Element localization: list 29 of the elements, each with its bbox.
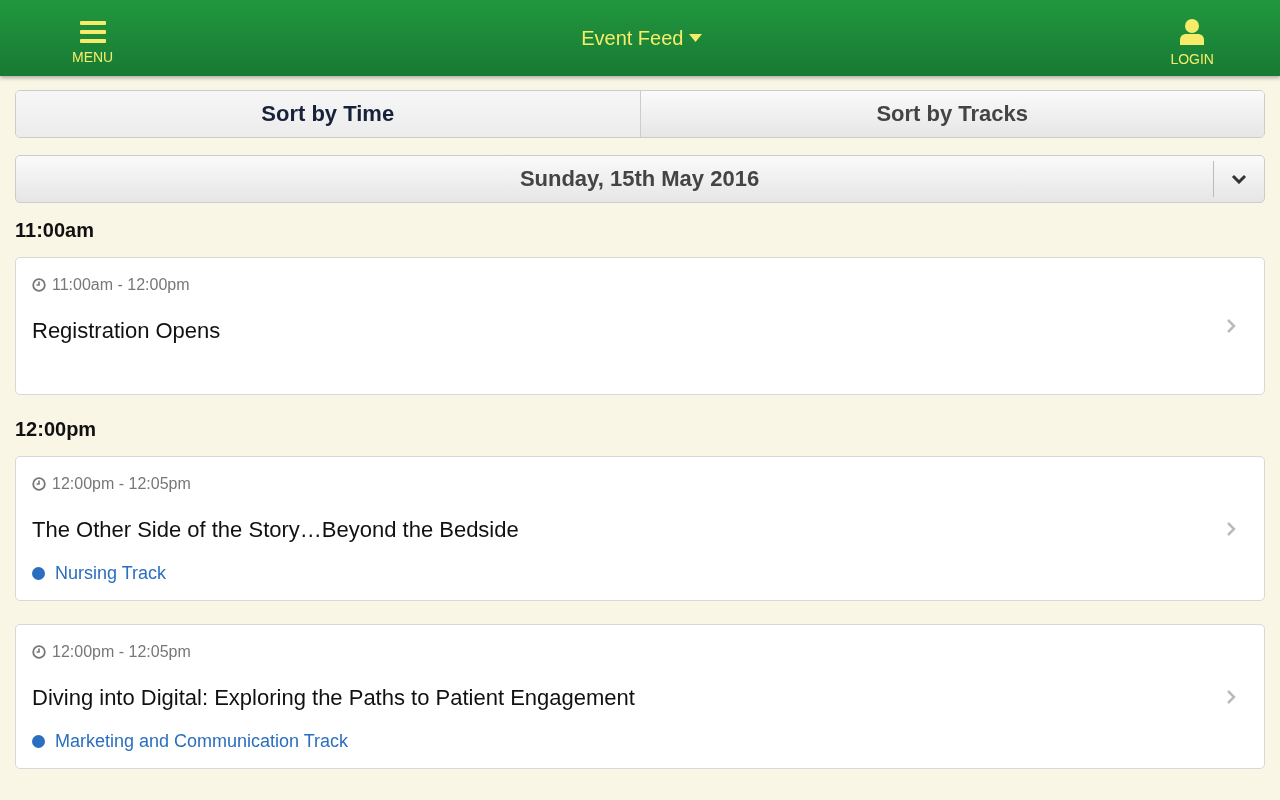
sort-tab[interactable]: Sort by Tracks [639,91,1264,137]
chevron-right-icon [1226,688,1236,705]
login-button[interactable]: LOGIN [1170,19,1214,67]
session-card[interactable]: 12:00pm - 12:05pm Diving into Digital: Exploring the Paths to Patient Engagement Marketing and Communication Track [15,624,1265,769]
chevron-right-icon [1226,318,1236,334]
session-time: 12:00pm - 12:05pm [52,643,191,661]
time-heading: 11:00am [15,219,95,242]
session-card[interactable]: 12:00pm - 12:05pm The Other Side of the Story…Beyond the Bedside Nursing Track [15,456,1265,601]
track-link[interactable]: Marketing and Communication Track [32,731,349,752]
chevron-down-icon [1231,174,1247,184]
chevron-right-icon [1226,520,1236,537]
clock-icon [32,278,46,292]
session-title: The Other Side of the Story…Beyond the Bedside [32,517,519,543]
caret-icon [689,34,703,42]
session-title: Diving into Digital: Exploring the Paths to Patient Engagement [32,685,635,711]
user-icon [1180,19,1205,45]
session-title: Registration Opens [32,318,221,344]
session-card[interactable]: 11:00am - 12:00pm Registration Opens [15,257,1265,395]
clock-icon [32,477,46,491]
session-time: 11:00am - 12:00pm [52,276,190,294]
date-dropdown[interactable]: Sunday, 15th May 2016 [15,155,1265,203]
clock-icon [32,645,46,659]
sort-tab[interactable]: Sort by Time [16,91,640,137]
time-heading: 12:00pm [15,418,98,441]
event-feed-dropdown[interactable]: Event Feed [581,26,703,50]
menu-icon [79,21,106,43]
track-link[interactable]: Nursing Track [32,563,167,584]
menu-button[interactable]: MENU [72,21,114,65]
session-time: 12:00pm - 12:05pm [52,475,191,493]
